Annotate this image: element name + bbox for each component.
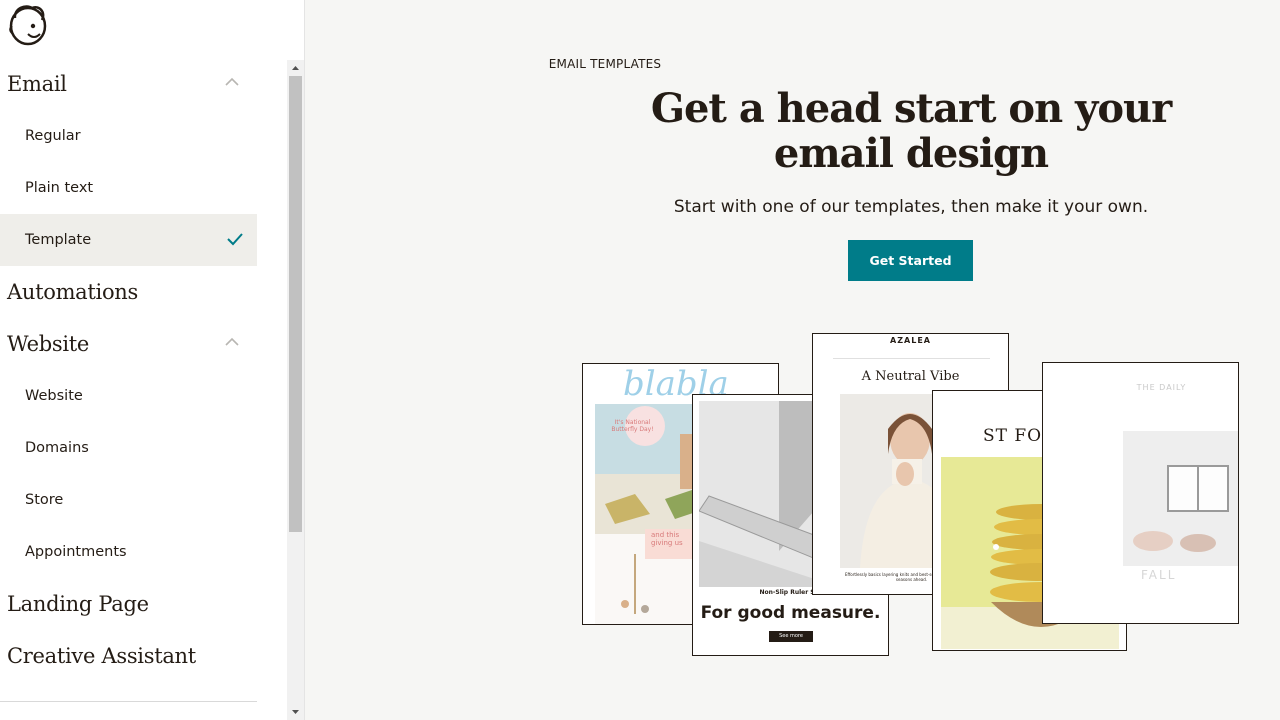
menu-item-label: Website (25, 388, 83, 404)
menu-item-label: Plain text (25, 180, 94, 196)
divider (0, 701, 257, 702)
get-started-button[interactable]: Get Started (848, 240, 973, 281)
chevron-up-icon[interactable] (225, 337, 239, 347)
sidebar: Email Regular Plain text Template Automa… (0, 0, 305, 720)
menu-item-website[interactable]: Website (0, 370, 257, 422)
menu-item-template[interactable]: Template (0, 214, 257, 266)
menu-group-title: Creative Assistant (7, 644, 196, 668)
menu-group-creative-assistant[interactable]: Creative Assistant (0, 630, 257, 682)
page-subhead: Start with one of our templates, then ma… (673, 197, 1149, 217)
menu-group-title: Website (7, 332, 90, 356)
card-title: A Neutral Vibe (861, 369, 960, 384)
card-caption: FALL (1141, 568, 1177, 582)
create-menu: Email Regular Plain text Template Automa… (0, 58, 257, 682)
menu-group-title: Email (7, 72, 67, 96)
menu-item-regular[interactable]: Regular (0, 110, 257, 162)
main-content: EMAIL TEMPLATES Get a head start on your… (305, 0, 1280, 720)
menu-item-label: Regular (25, 128, 81, 144)
template-image-yoga-room (1123, 431, 1238, 566)
menu-item-label: Store (25, 492, 64, 508)
template-preview-card-5: THE DAILY FALL (1042, 362, 1239, 624)
page-headline: Get a head start on your email design (650, 85, 1172, 177)
menu-group-title: Landing Page (7, 592, 149, 616)
sidebar-scrollbar[interactable] (287, 60, 304, 720)
scrollbar-thumb[interactable] (289, 76, 302, 532)
card-see-more-button: See more (769, 631, 813, 642)
scroll-down-arrow-icon[interactable] (287, 704, 304, 720)
card-title: For good measure. (700, 603, 881, 623)
mailchimp-logo-icon[interactable] (6, 2, 50, 46)
menu-item-label: Domains (25, 440, 89, 456)
card-brand: AZALEA (890, 336, 931, 345)
menu-group-website[interactable]: Website (0, 318, 257, 370)
chevron-up-icon[interactable] (225, 77, 239, 87)
menu-item-plain-text[interactable]: Plain text (0, 162, 257, 214)
menu-group-landing-page[interactable]: Landing Page (0, 578, 257, 630)
menu-group-title: Automations (7, 280, 139, 304)
card-bubble-text: It's National Butterfly Day! (611, 419, 654, 433)
section-eyebrow: EMAIL TEMPLATES (548, 57, 662, 71)
card-brand: THE DAILY (1136, 383, 1187, 392)
menu-item-store[interactable]: Store (0, 474, 257, 526)
menu-item-label: Template (25, 232, 92, 248)
divider (833, 358, 990, 359)
menu-item-domains[interactable]: Domains (0, 422, 257, 474)
menu-group-automations[interactable]: Automations (0, 266, 257, 318)
menu-item-label: Appointments (25, 544, 127, 560)
menu-item-appointments[interactable]: Appointments (0, 526, 257, 578)
checkmark-icon (227, 233, 243, 246)
